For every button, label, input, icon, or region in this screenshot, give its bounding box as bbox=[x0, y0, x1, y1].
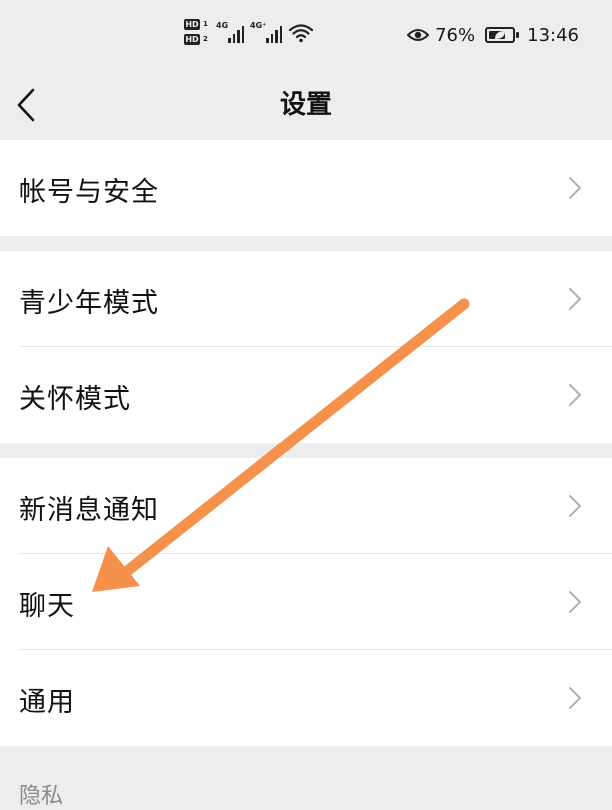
chevron-right-icon bbox=[569, 687, 581, 709]
hd-badge-1: HD bbox=[184, 19, 200, 30]
chevron-right-icon bbox=[569, 495, 581, 517]
settings-item-label: 聊天 bbox=[19, 591, 75, 622]
chevron-right-icon bbox=[569, 177, 581, 199]
battery-percent: 76% bbox=[435, 24, 476, 46]
hd-badge-2: HD bbox=[184, 34, 200, 45]
status-bar: HD HD 1 2 4G 4G⁺ 76% 13:46 bbox=[0, 0, 612, 70]
leaf-icon bbox=[495, 31, 506, 39]
settings-item-notifications[interactable]: 新消息通知 bbox=[0, 458, 612, 554]
signal-bars-icon-2 bbox=[266, 25, 282, 43]
wifi-icon bbox=[288, 24, 314, 43]
settings-item-label: 青少年模式 bbox=[19, 288, 159, 319]
hd-sub-1: 1 bbox=[203, 20, 208, 28]
battery-cap bbox=[516, 32, 520, 38]
right-status: 76% 13:46 bbox=[407, 22, 579, 48]
settings-item-teen-mode[interactable]: 青少年模式 bbox=[0, 251, 612, 347]
battery-icon bbox=[485, 27, 520, 43]
nav-bar: 设置 bbox=[0, 70, 612, 140]
page-title: 设置 bbox=[279, 90, 332, 120]
settings-item-general[interactable]: 通用 bbox=[0, 650, 612, 746]
settings-item-label: 新消息通知 bbox=[19, 495, 159, 526]
settings-item-label: 通用 bbox=[19, 687, 75, 718]
settings-group-account: 帐号与安全 bbox=[0, 140, 612, 236]
eye-icon bbox=[407, 29, 430, 41]
clock: 13:46 bbox=[527, 24, 579, 46]
section-label-privacy: 隐私 bbox=[19, 784, 64, 809]
settings-group-general: 新消息通知 聊天 通用 bbox=[0, 458, 612, 746]
settings-item-label: 帐号与安全 bbox=[19, 177, 159, 208]
hd-indicators: HD HD 1 2 bbox=[184, 19, 212, 49]
settings-group-modes: 青少年模式 关怀模式 bbox=[0, 251, 612, 443]
chevron-right-icon bbox=[569, 591, 581, 613]
settings-item-care-mode[interactable]: 关怀模式 bbox=[0, 347, 612, 443]
signal-bars-icon bbox=[228, 25, 244, 43]
signal-type-1: 4G bbox=[216, 21, 229, 30]
settings-item-label: 关怀模式 bbox=[19, 384, 131, 415]
chevron-right-icon bbox=[569, 288, 581, 310]
signal-type-2: 4G⁺ bbox=[250, 21, 267, 30]
settings-item-account-security[interactable]: 帐号与安全 bbox=[0, 140, 612, 236]
hd-sub-2: 2 bbox=[203, 35, 208, 43]
chevron-right-icon bbox=[569, 384, 581, 406]
settings-item-chat[interactable]: 聊天 bbox=[0, 554, 612, 650]
